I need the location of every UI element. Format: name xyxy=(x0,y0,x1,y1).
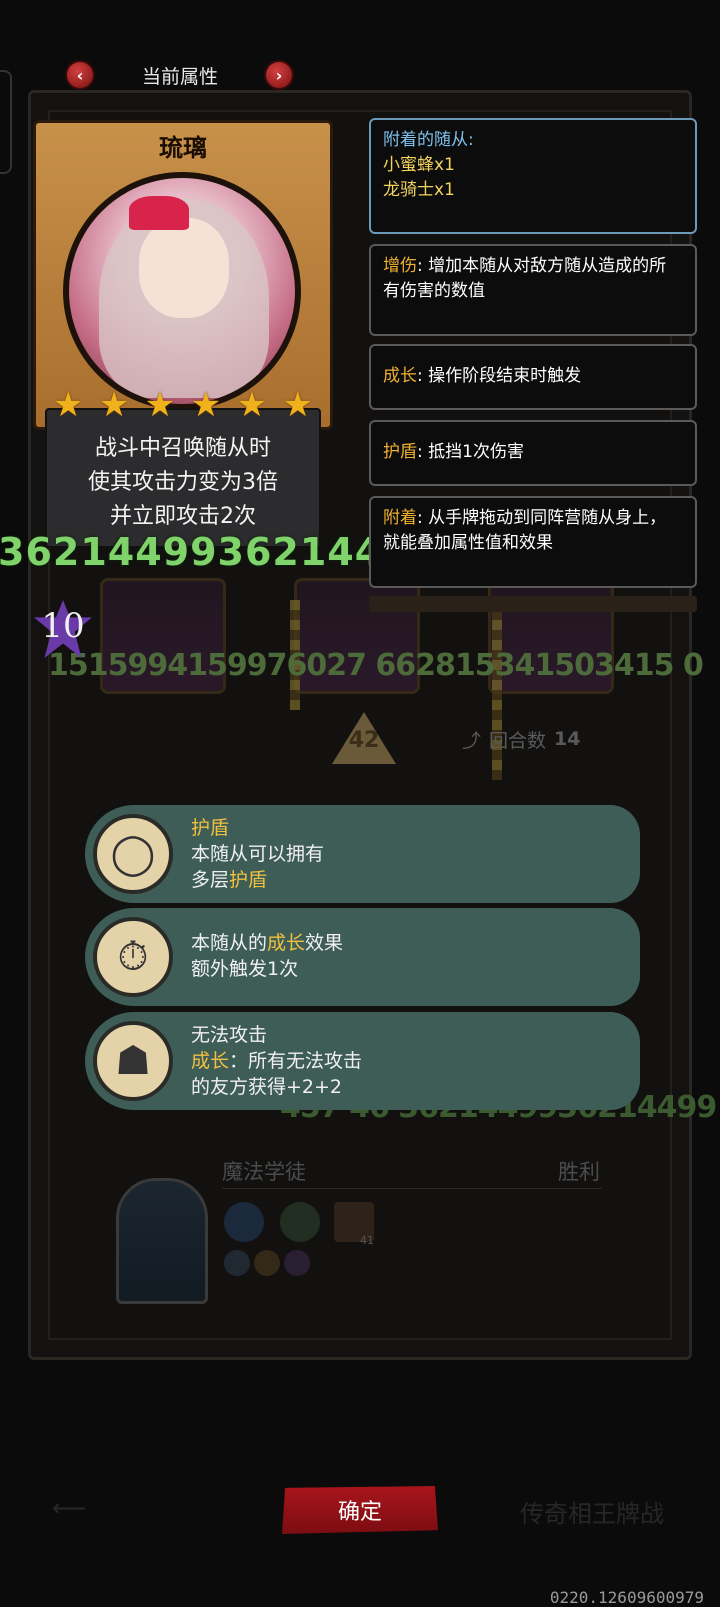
round-counter: ⤴ 回合数 14 xyxy=(462,722,612,756)
card-description: 战斗中召唤随从时 使其攻击力变为3倍 并立即攻击2次 xyxy=(45,408,321,548)
keyword-panel-damage: 增伤: 增加本随从对敌方随从造成的所有伤害的数值 xyxy=(369,244,697,336)
character-portrait xyxy=(63,172,301,410)
portrait-face xyxy=(139,218,229,318)
next-arrow-button[interactable]: › xyxy=(266,62,292,88)
ability-text: 本随从的成长效果 额外触发1次 xyxy=(191,930,343,982)
keyword-panel-shield: 护盾: 抵挡1次伤害 xyxy=(369,420,697,486)
star-icon: ★ xyxy=(53,385,84,425)
star-icon: ★ xyxy=(98,385,130,425)
ability-line: 本随从可以拥有 xyxy=(191,843,325,865)
keyword-panel-growth: 成长: 操作阶段结束时触发 xyxy=(369,344,697,410)
keyword-panel-attach: 附着: 从手牌拖动到同阵营随从身上，就能叠加属性值和效果 xyxy=(369,496,697,588)
keyword-label: 护盾 xyxy=(383,442,417,462)
attached-item: 龙骑士x1 xyxy=(383,180,455,200)
keyword-label: 增伤 xyxy=(383,256,417,276)
keyword-label: 附着 xyxy=(383,508,417,528)
star-icon: ★ xyxy=(282,385,313,425)
hero-icon xyxy=(224,1202,264,1242)
panel-strip xyxy=(369,596,697,612)
damage-numbers-dim: 1515994159976027 662815341503415 0 xyxy=(48,648,704,683)
keyword-text: : 增加本随从对敌方随从造成的所有伤害的数值 xyxy=(383,256,667,301)
desc-line: 使其攻击力变为3倍 xyxy=(88,470,278,495)
version-label: 0220.12609600979 xyxy=(549,1588,704,1607)
portrait-bow xyxy=(129,196,189,230)
confirm-label: 确定 xyxy=(337,1500,382,1525)
house-badge: 41 xyxy=(360,1234,374,1247)
ability-line: 本随从的成长效果 xyxy=(191,932,344,954)
attached-minions-panel: 附着的随从: 小蜜蜂x1 龙骑士x1 xyxy=(369,118,697,234)
magic-icon xyxy=(284,1250,310,1276)
level-number: 10 xyxy=(41,606,85,646)
round-label: 回合数 xyxy=(489,729,547,752)
shield-icon xyxy=(254,1250,280,1276)
attached-label: 附着的随从: xyxy=(383,130,474,150)
ability-shield[interactable]: ◯ 护盾 本随从可以拥有 多层护盾 xyxy=(85,805,640,903)
attack-arrow-number: 42 xyxy=(348,728,380,753)
keyword-text: : 从手牌拖动到同阵营随从身上，就能叠加属性值和效果 xyxy=(383,508,667,553)
ability-growth-extra[interactable]: ⏱ 本随从的成长效果 额外触发1次 xyxy=(85,908,640,1006)
left-edge-frame xyxy=(0,70,12,174)
desc-line: 并立即攻击2次 xyxy=(110,504,256,529)
star-icon: ★ xyxy=(236,385,268,425)
ability-text: 无法攻击 成长：所有无法攻击 的友方获得+2+2 xyxy=(191,1022,362,1100)
star-icon: ★ xyxy=(190,385,222,425)
battle-result: 胜利 xyxy=(558,1160,600,1184)
keyword-text: : 操作阶段结束时触发 xyxy=(417,366,582,386)
sword-icon xyxy=(224,1250,250,1276)
round-value: 14 xyxy=(554,728,581,750)
ability-line: 额外触发1次 xyxy=(191,958,299,980)
clock-hand-icon: ⏱ xyxy=(93,917,173,997)
star-rating: ★ ★ ★ ★ ★ ★ xyxy=(53,388,313,422)
mirror-icon: ◯ xyxy=(93,814,173,894)
star-icon: ★ xyxy=(144,385,176,425)
minion-icon xyxy=(280,1202,320,1242)
card-name: 琉璃 xyxy=(159,134,207,162)
ability-line: 成长：所有无法攻击 xyxy=(191,1050,363,1072)
prev-arrow-button[interactable]: ‹ xyxy=(67,62,93,88)
opponent-summary: 魔法学徒 胜利 41 xyxy=(210,1150,630,1290)
keyword-label: 成长 xyxy=(383,366,417,386)
chevron-left-icon: ‹ xyxy=(76,65,84,85)
round-icon: ⤴ xyxy=(462,729,482,752)
confirm-button[interactable]: 确定 xyxy=(282,1486,438,1534)
back-arrow-icon[interactable]: ⟵ xyxy=(52,1494,86,1522)
keyword-text: : 抵挡1次伤害 xyxy=(417,442,524,462)
chevron-right-icon: › xyxy=(275,65,283,85)
opponent-avatar xyxy=(116,1178,208,1304)
ability-title: 护盾 xyxy=(191,817,230,839)
divider xyxy=(222,1188,602,1189)
desc-line: 战斗中召唤随从时 xyxy=(94,436,271,461)
bottom-dim-label: 传奇相王牌战 xyxy=(520,1500,664,1528)
ability-line: 的友方获得+2+2 xyxy=(191,1076,343,1098)
page-title: 当前属性 xyxy=(141,66,218,88)
opponent-name: 魔法学徒 xyxy=(222,1160,306,1184)
character-card: 琉璃 战斗中召唤随从时 使其攻击力变为3倍 并立即攻击2次 ★ ★ ★ ★ ★ … xyxy=(33,120,333,550)
attached-item: 小蜜蜂x1 xyxy=(383,155,455,175)
ability-title: 无法攻击 xyxy=(191,1024,268,1046)
ability-line: 多层护盾 xyxy=(191,869,268,891)
ability-text: 护盾 本随从可以拥有 多层护盾 xyxy=(191,815,324,893)
ability-cannot-attack[interactable]: ☗ 无法攻击 成长：所有无法攻击 的友方获得+2+2 xyxy=(85,1012,640,1110)
hooded-figure-icon: ☗ xyxy=(93,1021,173,1101)
